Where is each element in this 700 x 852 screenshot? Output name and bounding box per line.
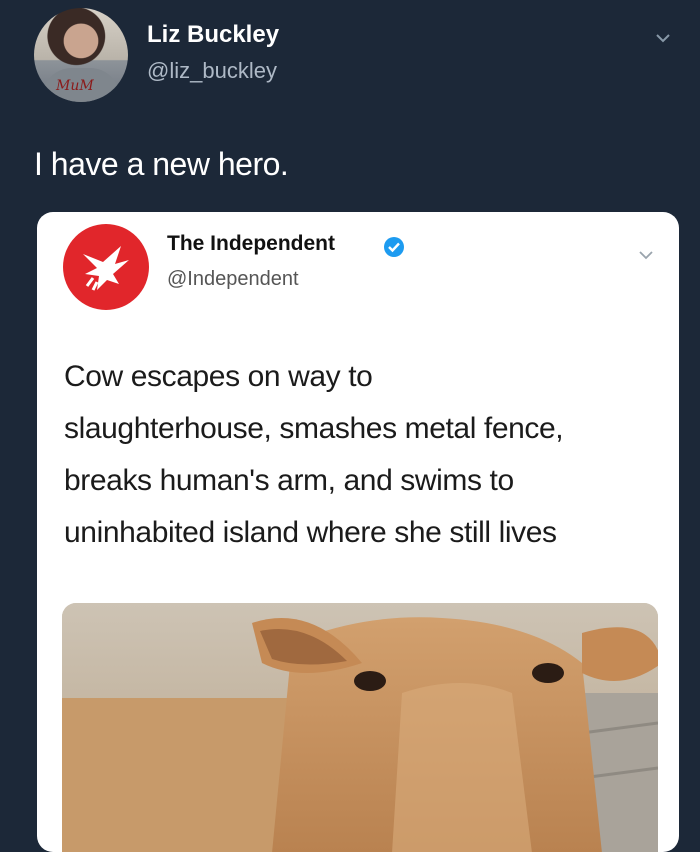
quoted-author-name[interactable]: The Independent — [167, 232, 335, 256]
author-handle[interactable]: @liz_buckley — [147, 58, 277, 84]
quoted-text-line: breaks human's arm, and swims to — [64, 464, 514, 497]
avatar-signature: MuM — [56, 78, 94, 94]
tweet-text: I have a new hero. — [34, 146, 289, 182]
chevron-down-icon[interactable] — [653, 28, 673, 48]
chevron-down-icon[interactable] — [637, 246, 655, 264]
avatar[interactable]: MuM — [34, 8, 128, 102]
verified-badge-icon — [383, 236, 405, 258]
quoted-tweet-card[interactable]: The Independent @Independent Cow escapes… — [37, 212, 679, 852]
outer-tweet: MuM Liz Buckley @liz_buckley I have a ne… — [0, 0, 700, 852]
author-name[interactable]: Liz Buckley — [147, 21, 279, 49]
eagle-logo-icon[interactable] — [63, 224, 149, 310]
cow-photo[interactable] — [62, 603, 658, 852]
quoted-text-line: slaughterhouse, smashes metal fence, — [64, 412, 564, 445]
quoted-text-line: uninhabited island where she still lives — [64, 516, 557, 549]
quoted-author-handle[interactable]: @Independent — [167, 268, 299, 291]
quoted-tweet-text: Cow escapes on way to slaughterhouse, sm… — [64, 351, 664, 559]
quoted-text-line: Cow escapes on way to — [64, 360, 373, 393]
